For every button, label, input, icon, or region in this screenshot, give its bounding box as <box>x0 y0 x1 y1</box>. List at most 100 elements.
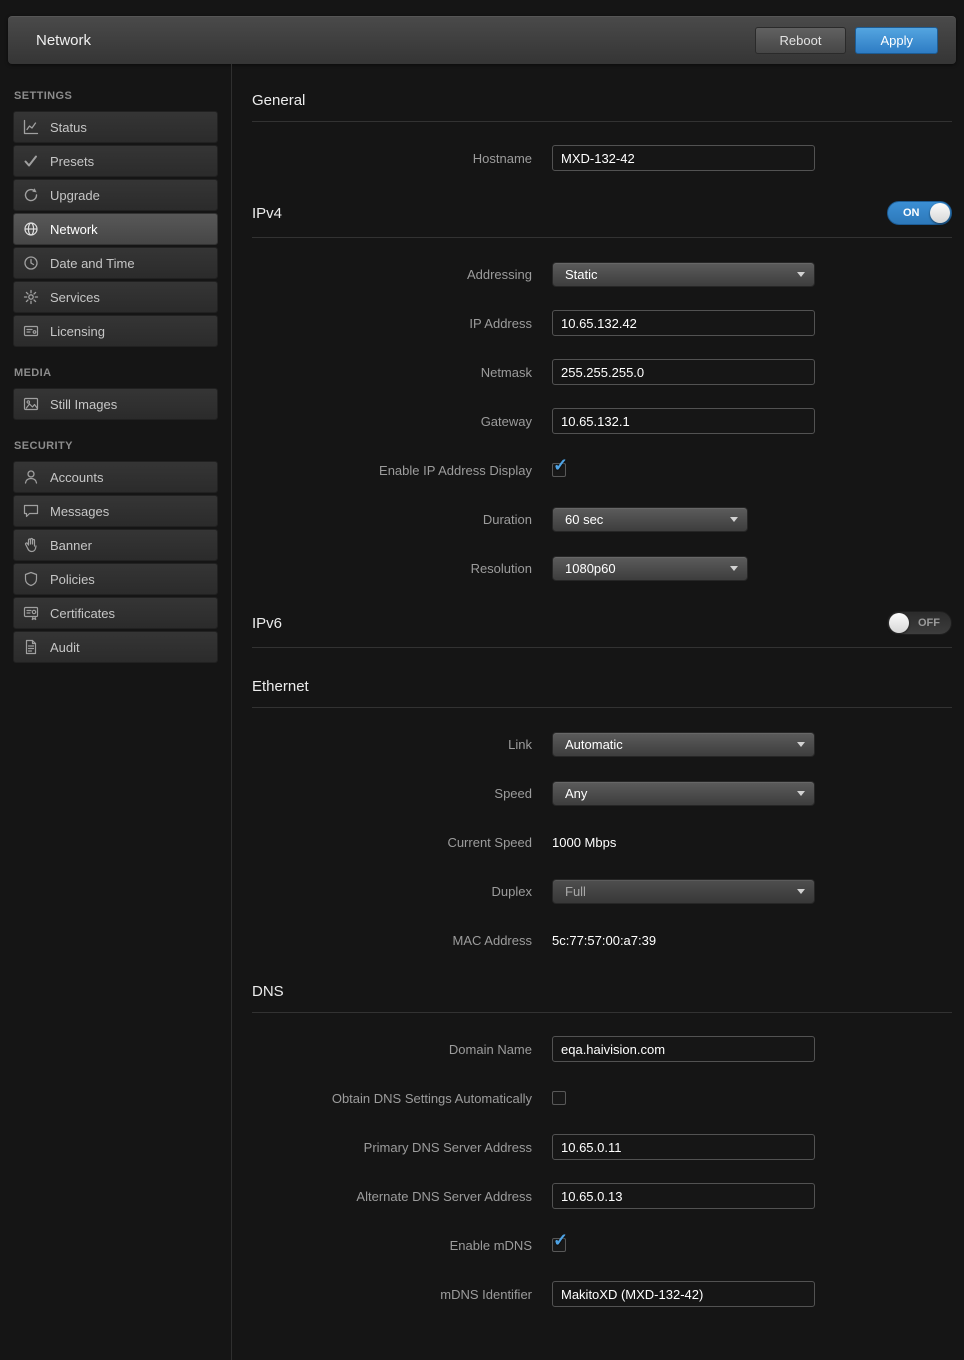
hostname-input[interactable] <box>552 145 815 171</box>
sidebar-item-policies[interactable]: Policies <box>13 563 218 595</box>
sidebar-item-messages[interactable]: Messages <box>13 495 218 527</box>
section-general: General Hostname <box>252 92 952 171</box>
duration-row: Duration 60 sec <box>252 506 952 532</box>
sidebar-item-label: Presets <box>50 154 94 169</box>
sidebar-item-label: Policies <box>50 572 95 587</box>
enable-mdns-checkbox[interactable]: ✓ <box>552 1238 566 1252</box>
sidebar-item-status[interactable]: Status <box>13 111 218 143</box>
apply-button[interactable]: Apply <box>855 27 938 54</box>
duplex-label: Duplex <box>252 884 552 899</box>
ipv4-section-title: IPv4 <box>252 205 282 222</box>
resolution-select[interactable]: 1080p60 <box>552 556 748 581</box>
alternate-dns-row: Alternate DNS Server Address <box>252 1183 952 1209</box>
chevron-down-icon <box>730 566 738 571</box>
primary-dns-input[interactable] <box>552 1134 815 1160</box>
toggle-knob <box>930 203 950 223</box>
section-ethernet: Ethernet Link Automatic Speed Any Curren… <box>252 678 952 953</box>
duplex-select[interactable]: Full <box>552 879 815 904</box>
primary-dns-label: Primary DNS Server Address <box>252 1140 552 1155</box>
audit-document-icon <box>23 639 39 655</box>
duration-selected-value: 60 sec <box>565 512 603 527</box>
domain-name-input[interactable] <box>552 1036 815 1062</box>
speed-select[interactable]: Any <box>552 781 815 806</box>
current-speed-label: Current Speed <box>252 835 552 850</box>
sidebar: SETTINGS Status Presets Upgrade Network <box>0 64 232 1360</box>
addressing-row: Addressing Static <box>252 261 952 287</box>
link-label: Link <box>252 737 552 752</box>
sidebar-item-label: Certificates <box>50 606 115 621</box>
header-buttons: Reboot Apply <box>755 27 938 54</box>
message-bubble-icon <box>23 503 39 519</box>
sidebar-item-upgrade[interactable]: Upgrade <box>13 179 218 211</box>
link-select[interactable]: Automatic <box>552 732 815 757</box>
banner-hand-icon <box>23 537 39 553</box>
ipv4-toggle[interactable]: ON <box>887 201 952 225</box>
status-chart-icon <box>23 119 39 135</box>
chevron-down-icon <box>797 791 805 796</box>
speed-label: Speed <box>252 786 552 801</box>
sidebar-item-banner[interactable]: Banner <box>13 529 218 561</box>
obtain-dns-auto-row: Obtain DNS Settings Automatically <box>252 1085 952 1111</box>
netmask-label: Netmask <box>252 365 552 380</box>
title-bar: Network Reboot Apply <box>8 16 956 64</box>
chevron-down-icon <box>797 889 805 894</box>
mdns-identifier-input[interactable] <box>552 1281 815 1307</box>
addressing-label: Addressing <box>252 267 552 282</box>
ip-address-input[interactable] <box>552 310 815 336</box>
enable-mdns-row: Enable mDNS ✓ <box>252 1232 952 1258</box>
sidebar-item-network[interactable]: Network <box>13 213 218 245</box>
duration-select[interactable]: 60 sec <box>552 507 748 532</box>
sidebar-item-licensing[interactable]: Licensing <box>13 315 218 347</box>
sidebar-item-label: Status <box>50 120 87 135</box>
image-icon <box>23 396 39 412</box>
clock-icon <box>23 255 39 271</box>
sidebar-item-label: Audit <box>50 640 80 655</box>
gear-icon <box>23 289 39 305</box>
enable-mdns-label: Enable mDNS <box>252 1238 552 1253</box>
sidebar-item-label: Messages <box>50 504 109 519</box>
sidebar-item-label: Still Images <box>50 397 117 412</box>
sidebar-item-date-and-time[interactable]: Date and Time <box>13 247 218 279</box>
netmask-row: Netmask <box>252 359 952 385</box>
check-icon: ✓ <box>553 455 568 476</box>
gateway-label: Gateway <box>252 414 552 429</box>
gateway-input[interactable] <box>552 408 815 434</box>
section-dns: DNS Domain Name Obtain DNS Settings Auto… <box>252 983 952 1307</box>
addressing-select[interactable]: Static <box>552 262 815 287</box>
alternate-dns-input[interactable] <box>552 1183 815 1209</box>
sidebar-item-label: Licensing <box>50 324 105 339</box>
ipv6-toggle[interactable]: OFF <box>887 611 952 635</box>
sidebar-item-accounts[interactable]: Accounts <box>13 461 218 493</box>
duration-label: Duration <box>252 512 552 527</box>
speed-selected-value: Any <box>565 786 587 801</box>
hostname-label: Hostname <box>252 151 552 166</box>
toggle-knob <box>889 613 909 633</box>
license-card-icon <box>23 323 39 339</box>
check-icon: ✓ <box>553 1230 568 1251</box>
sidebar-item-presets[interactable]: Presets <box>13 145 218 177</box>
domain-name-label: Domain Name <box>252 1042 552 1057</box>
sidebar-item-services[interactable]: Services <box>13 281 218 313</box>
duplex-row: Duplex Full <box>252 878 952 904</box>
addressing-selected-value: Static <box>565 267 598 282</box>
ipv4-toggle-label: ON <box>903 207 920 219</box>
sidebar-item-certificates[interactable]: Certificates <box>13 597 218 629</box>
certificate-icon <box>23 605 39 621</box>
mac-address-label: MAC Address <box>252 933 552 948</box>
reboot-button[interactable]: Reboot <box>755 27 847 54</box>
netmask-input[interactable] <box>552 359 815 385</box>
page-title: Network <box>36 32 91 49</box>
current-speed-value: 1000 Mbps <box>552 835 616 850</box>
sidebar-item-audit[interactable]: Audit <box>13 631 218 663</box>
chevron-down-icon <box>730 517 738 522</box>
presets-check-icon <box>23 153 39 169</box>
speed-row: Speed Any <box>252 780 952 806</box>
sidebar-item-label: Network <box>50 222 98 237</box>
sidebar-section-settings: SETTINGS <box>14 90 217 102</box>
obtain-dns-auto-checkbox[interactable] <box>552 1091 566 1105</box>
primary-dns-row: Primary DNS Server Address <box>252 1134 952 1160</box>
sidebar-item-label: Date and Time <box>50 256 135 271</box>
enable-ip-display-checkbox[interactable]: ✓ <box>552 463 566 477</box>
sidebar-item-label: Accounts <box>50 470 103 485</box>
sidebar-item-still-images[interactable]: Still Images <box>13 388 218 420</box>
